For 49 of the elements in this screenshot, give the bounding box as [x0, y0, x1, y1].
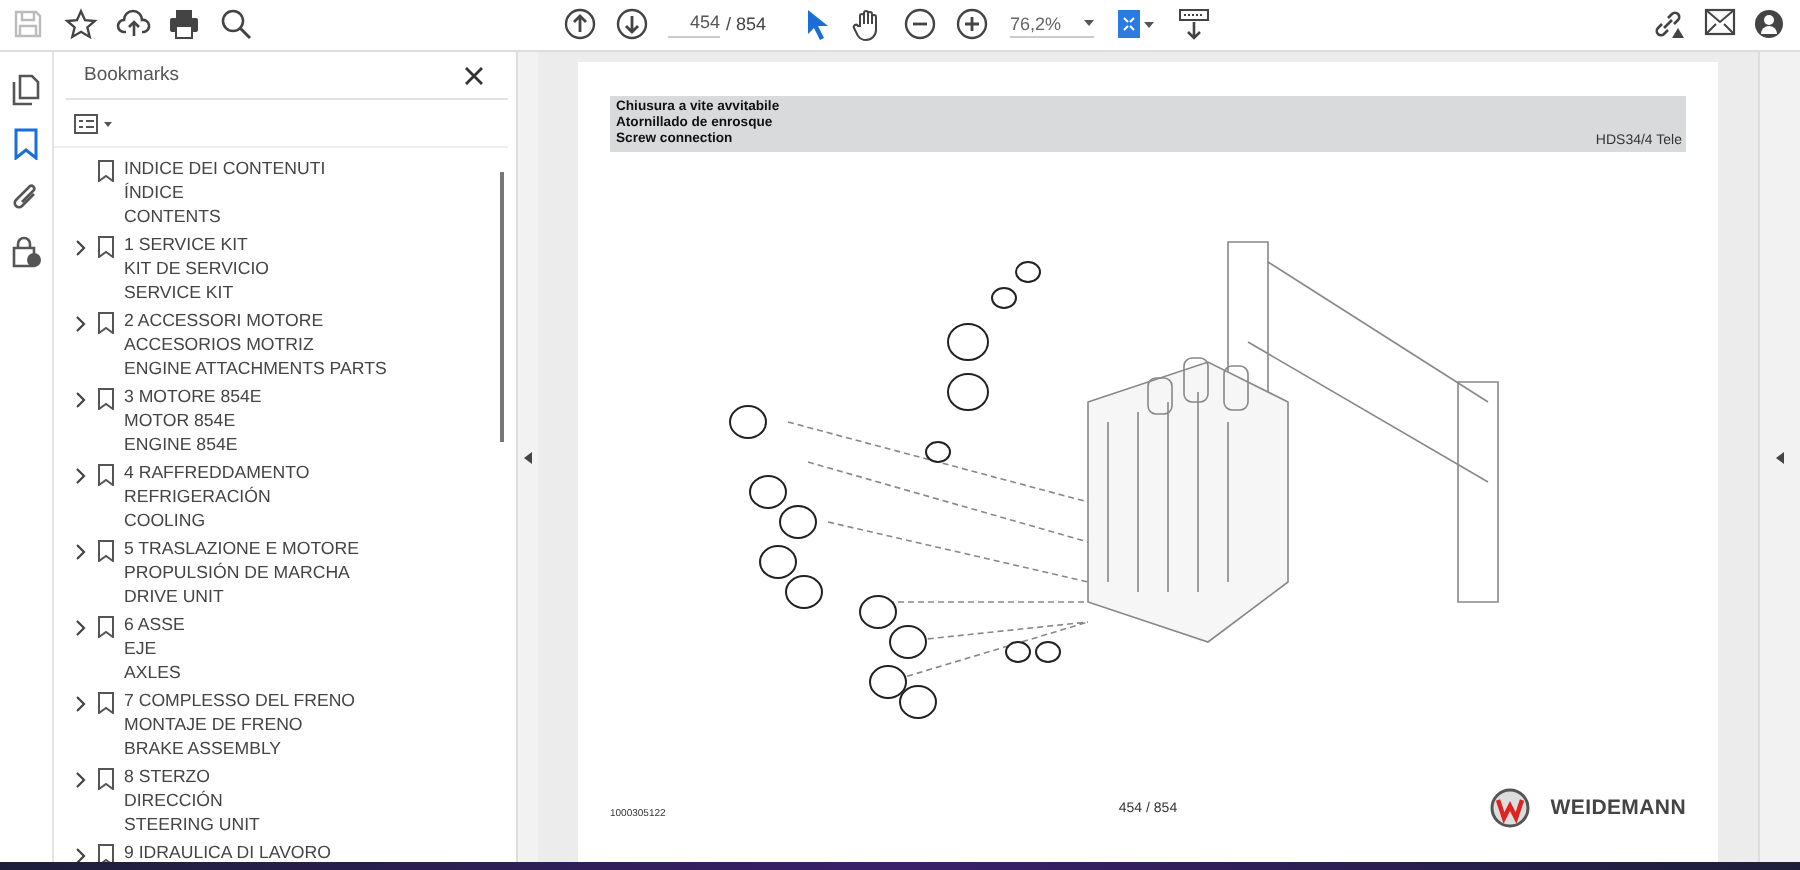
cursor-icon[interactable]: [806, 8, 830, 40]
page-up-icon[interactable]: [564, 8, 596, 40]
bookmark-icon: [98, 692, 114, 714]
bookmark-icon: [98, 844, 114, 862]
options-menu-icon[interactable]: [74, 114, 114, 134]
print-icon[interactable]: [168, 8, 200, 40]
bookmark-icon: [98, 464, 114, 486]
zoom-dropdown[interactable]: 76,2%: [1010, 10, 1094, 38]
bookmark-icon: [98, 312, 114, 334]
star-icon[interactable]: [64, 8, 98, 42]
page-fit-icon[interactable]: [1116, 8, 1156, 40]
zoom-in-icon[interactable]: [956, 8, 988, 40]
bookmark-icon: [98, 236, 114, 258]
pages-icon[interactable]: [12, 73, 40, 105]
bookmark-item[interactable]: 4 RAFFREDDAMENTO REFRIGERACIÓN COOLING: [124, 462, 310, 533]
close-icon[interactable]: [464, 65, 484, 85]
bookmark-icon: [98, 768, 114, 790]
mail-icon[interactable]: [1704, 8, 1736, 36]
bookmark-item[interactable]: 6 ASSE EJE AXLES: [124, 614, 185, 685]
keyboard-down-icon[interactable]: [1178, 8, 1210, 40]
bookmark-item[interactable]: 3 MOTORE 854E MOTOR 854E ENGINE 854E: [124, 386, 262, 457]
bookmark-item[interactable]: 9 IDRAULICA DI LAVORO: [124, 842, 331, 862]
bookmark-icon: [98, 388, 114, 410]
upload-cloud-icon[interactable]: [116, 8, 152, 40]
bookmark-item[interactable]: 5 TRASLAZIONE E MOTORE PROPULSIÓN DE MARCHA DRIVE UNIT: [124, 538, 359, 609]
bookmark-icon: [98, 616, 114, 638]
collapse-arrow-icon[interactable]: [524, 451, 532, 463]
bookmark-item[interactable]: 7 COMPLESSO DEL FRENO MONTAJE DE FRENO BRAKE ASSEMBLY: [124, 690, 356, 761]
bookmark-icon: [98, 160, 114, 182]
lock-document-icon[interactable]: [11, 235, 41, 267]
bookmark-item[interactable]: 8 STERZO DIRECCIÓN STEERING UNIT: [124, 766, 260, 837]
bookmark-icon: [98, 540, 114, 562]
link-icon[interactable]: [1652, 8, 1684, 40]
expand-panel-arrow-icon[interactable]: [1776, 451, 1784, 463]
search-icon[interactable]: [220, 8, 252, 40]
bookmark-item[interactable]: 1 SERVICE KIT KIT DE SERVICIO SERVICE KIT: [124, 234, 270, 305]
brand-logo-icon: [1490, 788, 1531, 828]
bookmark-icon[interactable]: [14, 127, 38, 159]
panel-title: Bookmarks: [84, 64, 180, 86]
bookmark-item[interactable]: INDICE DEI CONTENUTI ÍNDICE CONTENTS: [124, 158, 326, 229]
caret-icon[interactable]: [1084, 20, 1094, 26]
paperclip-icon[interactable]: [12, 181, 40, 213]
brand-name: WEIDEMANN: [1550, 796, 1686, 820]
account-icon[interactable]: [1754, 8, 1786, 40]
scrollbar-thumb[interactable]: [500, 172, 504, 442]
zoom-out-icon[interactable]: [904, 8, 936, 40]
page-total: / 854: [726, 14, 767, 34]
page-down-icon[interactable]: [616, 8, 648, 40]
bookmark-item[interactable]: 2 ACCESSORI MOTORE ACCESORIOS MOTRIZ ENGINE ATTACHMENTS PARTS: [124, 310, 387, 381]
